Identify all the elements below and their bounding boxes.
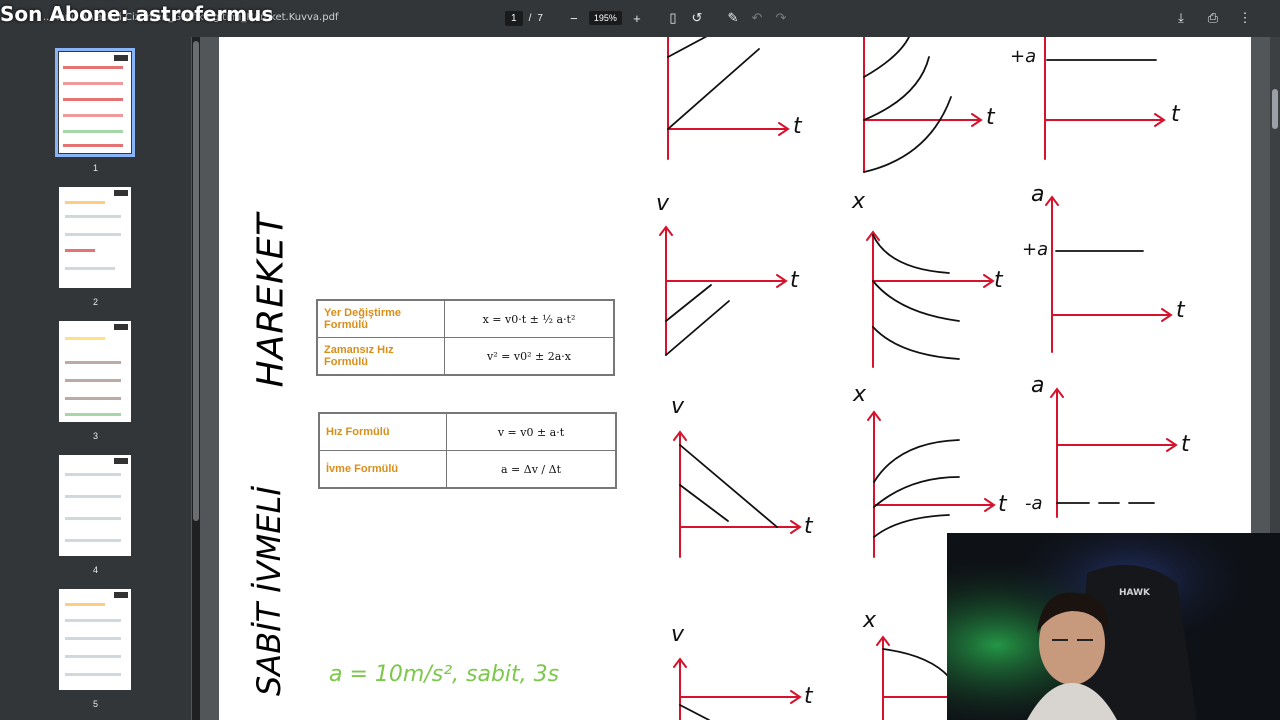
axis-label-t: t: [804, 684, 814, 709]
axis-label-t: t: [1181, 432, 1191, 457]
download-icon[interactable]: ⤓: [1172, 9, 1190, 27]
axis-label-x: x: [852, 382, 867, 407]
axis-label-minus-a: -a: [1025, 493, 1043, 514]
thumbnail-page-5[interactable]: [59, 589, 131, 690]
thumbnail-page-1[interactable]: [55, 48, 135, 157]
redo-icon[interactable]: ↷: [772, 9, 790, 27]
axis-label-t: t: [793, 114, 803, 139]
webcam-overlay: HAWK: [947, 533, 1280, 720]
thumbnail-sidebar: 1 2 3 4 5: [0, 37, 191, 720]
rotate-icon[interactable]: ↺: [688, 9, 706, 27]
stream-overlay-text: Son Abone: astrofermus: [0, 2, 274, 26]
thumbnail-page-3[interactable]: [59, 321, 131, 422]
page-separator: /: [528, 12, 532, 24]
axis-label-t: t: [1176, 298, 1186, 323]
graph-axes: [1045, 195, 1173, 353]
axis-label-v: v: [656, 191, 670, 216]
toolbar-right: ⤓ ⎙ ⋮: [1172, 9, 1254, 27]
page-controls: 1 / 7 − 195% + ▯ ↺ ✎ ↶ ↷: [505, 9, 790, 27]
thumbnail-number: 3: [92, 431, 98, 441]
print-icon[interactable]: ⎙: [1204, 9, 1222, 27]
axis-label-t: t: [790, 268, 800, 293]
zoom-level-input[interactable]: 195%: [588, 11, 622, 25]
axis-label-t: t: [994, 268, 1004, 293]
axis-label-x: x: [862, 608, 877, 633]
axis-label-plus-a: +a: [1022, 239, 1048, 260]
fit-page-icon[interactable]: ▯: [664, 9, 682, 27]
page-number-input[interactable]: 1: [505, 10, 523, 26]
zoom-out-icon[interactable]: −: [565, 9, 583, 27]
axis-label-plus-a: +a: [1010, 46, 1036, 67]
zoom-in-icon[interactable]: +: [628, 9, 646, 27]
thumbnail-number: 1: [92, 163, 98, 173]
more-icon[interactable]: ⋮: [1236, 9, 1254, 27]
axis-label-a: a: [1031, 182, 1044, 207]
thumbnail-page-2[interactable]: [59, 187, 131, 288]
annotate-icon[interactable]: ✎: [724, 9, 742, 27]
axis-label-t: t: [1171, 102, 1181, 127]
axis-label-t: t: [998, 492, 1008, 517]
axis-label-t: t: [804, 514, 814, 539]
axis-label-t: t: [986, 105, 996, 130]
svg-text:HAWK: HAWK: [1119, 588, 1151, 598]
thumbnail-page-4[interactable]: [59, 455, 131, 556]
axis-label-v: v: [671, 622, 685, 647]
webcam-image: HAWK: [947, 533, 1280, 720]
sidebar-scrollbar[interactable]: [192, 37, 200, 720]
graph-axes: [1050, 387, 1178, 518]
graph-axes: [863, 37, 983, 173]
axis-label-a: a: [1031, 373, 1044, 398]
graph-axes: [659, 225, 788, 356]
thumbnail-number: 4: [92, 565, 98, 575]
axis-label-x: x: [851, 189, 866, 214]
axis-label-v: v: [671, 394, 685, 419]
thumbnail-number: 2: [92, 297, 98, 307]
thumbnail-number: 5: [92, 699, 98, 709]
page-total: 7: [537, 12, 543, 24]
graph-axes: [667, 37, 790, 160]
undo-icon[interactable]: ↶: [748, 9, 766, 27]
graph-axes: [1044, 37, 1166, 160]
